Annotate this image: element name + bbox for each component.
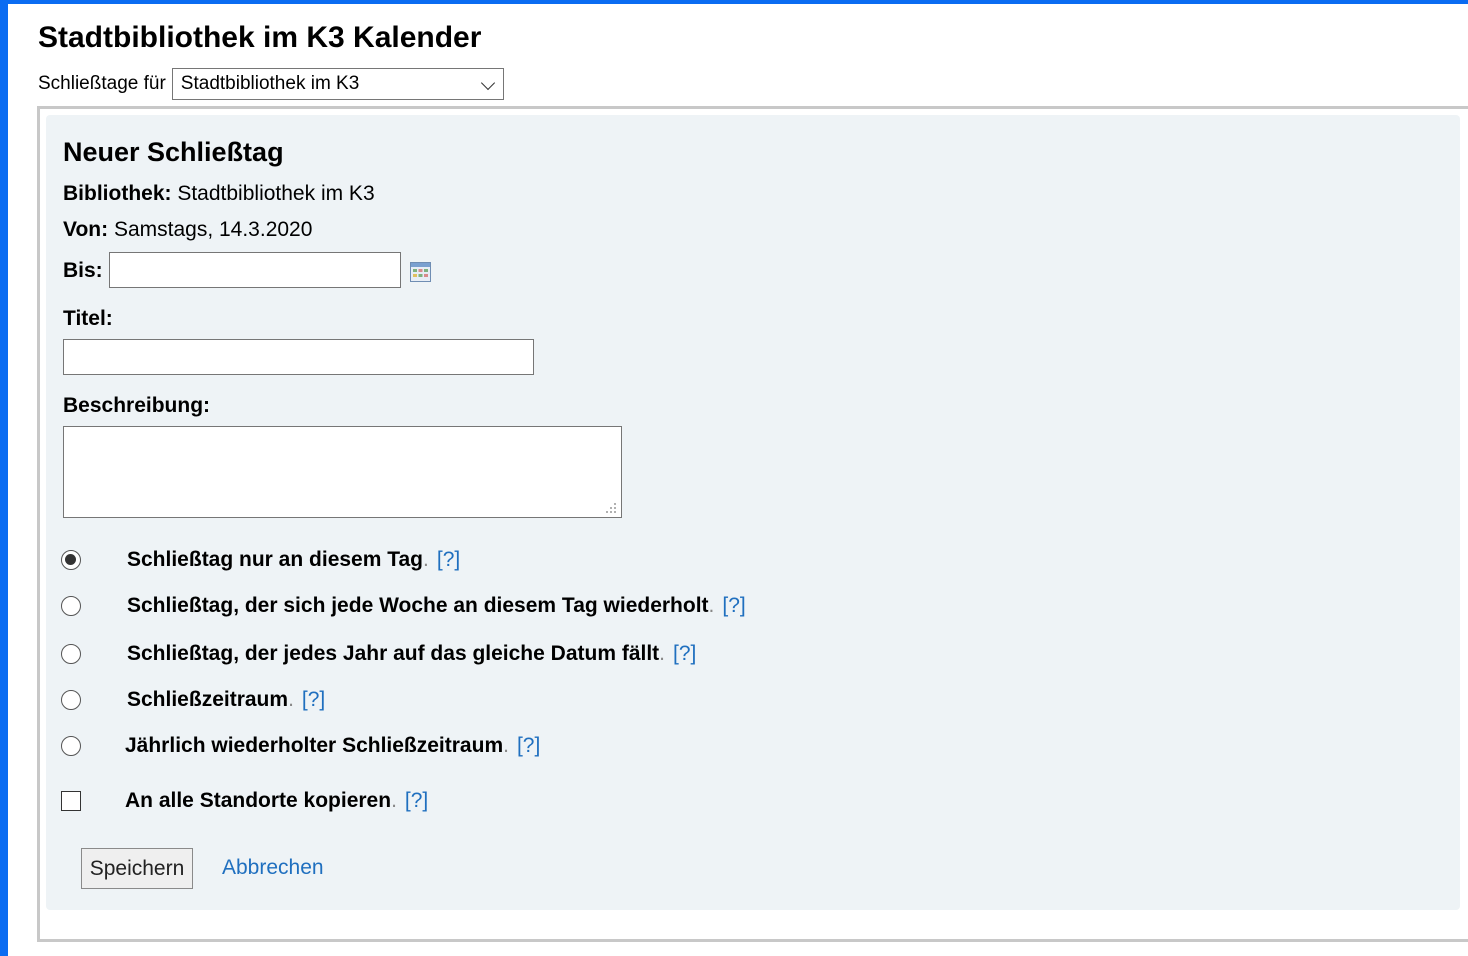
option-yearly-range[interactable]: Jährlich wiederholter Schließzeitraum. [… xyxy=(61,734,540,758)
radio-range[interactable] xyxy=(61,690,81,710)
from-label: Von: xyxy=(63,218,109,241)
resize-grip-icon[interactable] xyxy=(605,502,617,514)
branch-label: Schließtage für xyxy=(38,73,166,94)
to-label: Bis: xyxy=(63,259,103,282)
page-title: Stadtbibliothek im K3 Kalender xyxy=(38,21,482,54)
option-label: Schließtag, der sich jede Woche an diese… xyxy=(127,594,709,617)
description-textarea[interactable] xyxy=(63,426,622,518)
cancel-link[interactable]: Abbrechen xyxy=(222,856,324,880)
help-link[interactable]: [?] xyxy=(437,548,460,572)
from-date-value: Samstags, 14.3.2020 xyxy=(113,218,313,241)
option-label: Schließtag, der jedes Jahr auf das gleic… xyxy=(127,642,660,665)
branch-select-value: Stadtbibliothek im K3 xyxy=(180,73,360,94)
separator: . xyxy=(659,642,666,665)
option-range[interactable]: Schließzeitraum. [?] xyxy=(61,688,325,712)
option-copy-all[interactable]: An alle Standorte kopieren. [?] xyxy=(61,789,428,813)
save-button[interactable]: Speichern xyxy=(81,848,193,889)
option-label: Schließtag nur an diesem Tag xyxy=(127,548,424,571)
description-label: Beschreibung: xyxy=(63,394,211,417)
form-heading: Neuer Schließtag xyxy=(63,137,284,167)
to-date-input[interactable] xyxy=(109,252,401,288)
option-label: Schließzeitraum xyxy=(127,688,289,711)
from-date-row: Von: Samstags, 14.3.2020 xyxy=(63,217,312,243)
separator: . xyxy=(391,789,397,812)
library-label: Bibliothek: xyxy=(63,182,172,205)
window-frame-left xyxy=(0,0,8,956)
radio-yearly[interactable] xyxy=(61,644,81,664)
help-link[interactable]: [?] xyxy=(517,734,540,758)
radio-yearly-range[interactable] xyxy=(61,736,81,756)
library-value: Stadtbibliothek im K3 xyxy=(177,182,375,205)
title-label: Titel: xyxy=(63,307,113,330)
help-link[interactable]: [?] xyxy=(722,594,745,618)
radio-weekly[interactable] xyxy=(61,596,81,616)
branch-select[interactable]: Stadtbibliothek im K3 xyxy=(171,68,504,100)
copy-all-checkbox[interactable] xyxy=(61,791,81,811)
separator: . xyxy=(708,594,715,617)
library-row: Bibliothek: Stadtbibliothek im K3 xyxy=(63,181,375,207)
option-label: Jährlich wiederholter Schließzeitraum xyxy=(125,734,504,757)
branch-selector-row: Schließtage für Stadtbibliothek im K3 xyxy=(38,68,504,100)
help-link[interactable]: [?] xyxy=(673,642,696,666)
separator: . xyxy=(423,548,429,571)
chevron-down-icon xyxy=(480,75,495,91)
title-input[interactable] xyxy=(63,339,534,375)
option-single-day[interactable]: Schließtag nur an diesem Tag. [?] xyxy=(61,548,460,572)
option-weekly[interactable]: Schließtag, der sich jede Woche an diese… xyxy=(61,594,746,618)
help-link[interactable]: [?] xyxy=(302,688,325,712)
separator: . xyxy=(503,734,509,757)
copy-all-label: An alle Standorte kopieren xyxy=(125,789,392,812)
radio-single-day[interactable] xyxy=(61,550,81,570)
option-yearly[interactable]: Schließtag, der jedes Jahr auf das gleic… xyxy=(61,642,696,666)
help-link[interactable]: [?] xyxy=(405,789,428,813)
window-frame-top xyxy=(0,0,1468,4)
calendar-icon[interactable] xyxy=(410,262,431,282)
separator: . xyxy=(288,688,294,711)
